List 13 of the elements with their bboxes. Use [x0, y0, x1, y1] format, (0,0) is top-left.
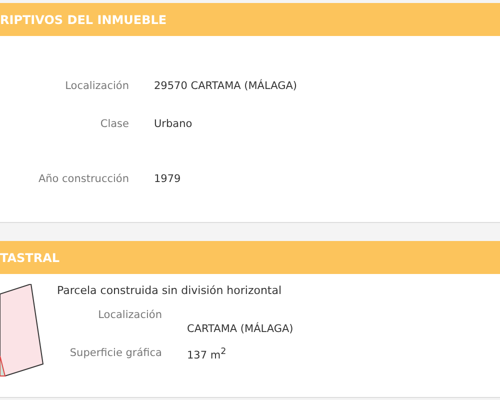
field-value: 137 m$^{2}$ — [187, 347, 228, 362]
section-header: RIPTIVOS DEL INMUEBLE — [0, 3, 500, 36]
section-header: TASTRAL — [0, 241, 500, 274]
field-value: 29570 CARTAMA (MÁLAGA) — [154, 80, 298, 92]
field-label: Clase — [99, 118, 129, 130]
field-value: CARTAMA (MÁLAGA) — [187, 323, 294, 335]
field-label: Superficie gráfica — [68, 347, 162, 359]
field-label: Localización — [97, 309, 162, 321]
field-label: Año construcción — [37, 173, 129, 185]
field-label: Localización — [64, 80, 129, 92]
field-value: Urbano — [154, 118, 194, 130]
field-value: 1979 — [154, 173, 182, 185]
parcel-description: Parcela construida sin división horizontal — [57, 284, 283, 297]
